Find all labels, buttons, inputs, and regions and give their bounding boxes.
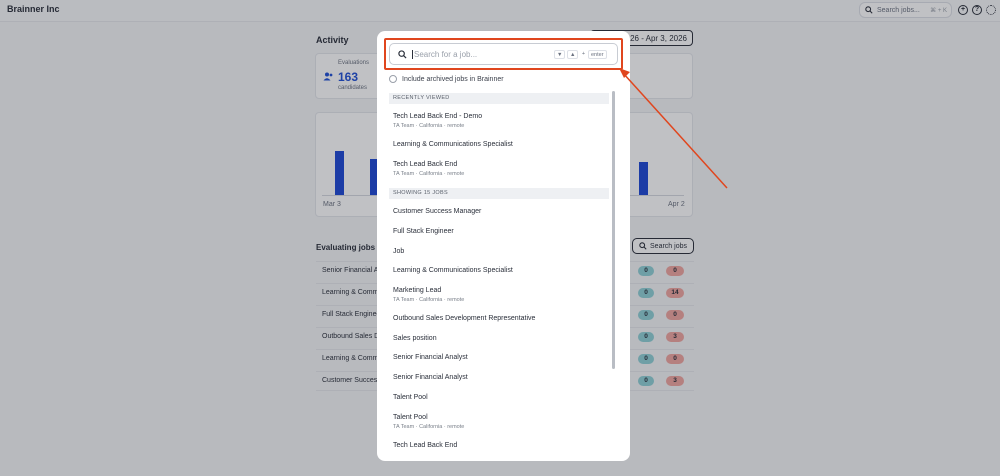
annotation-arrow: [619, 68, 728, 189]
